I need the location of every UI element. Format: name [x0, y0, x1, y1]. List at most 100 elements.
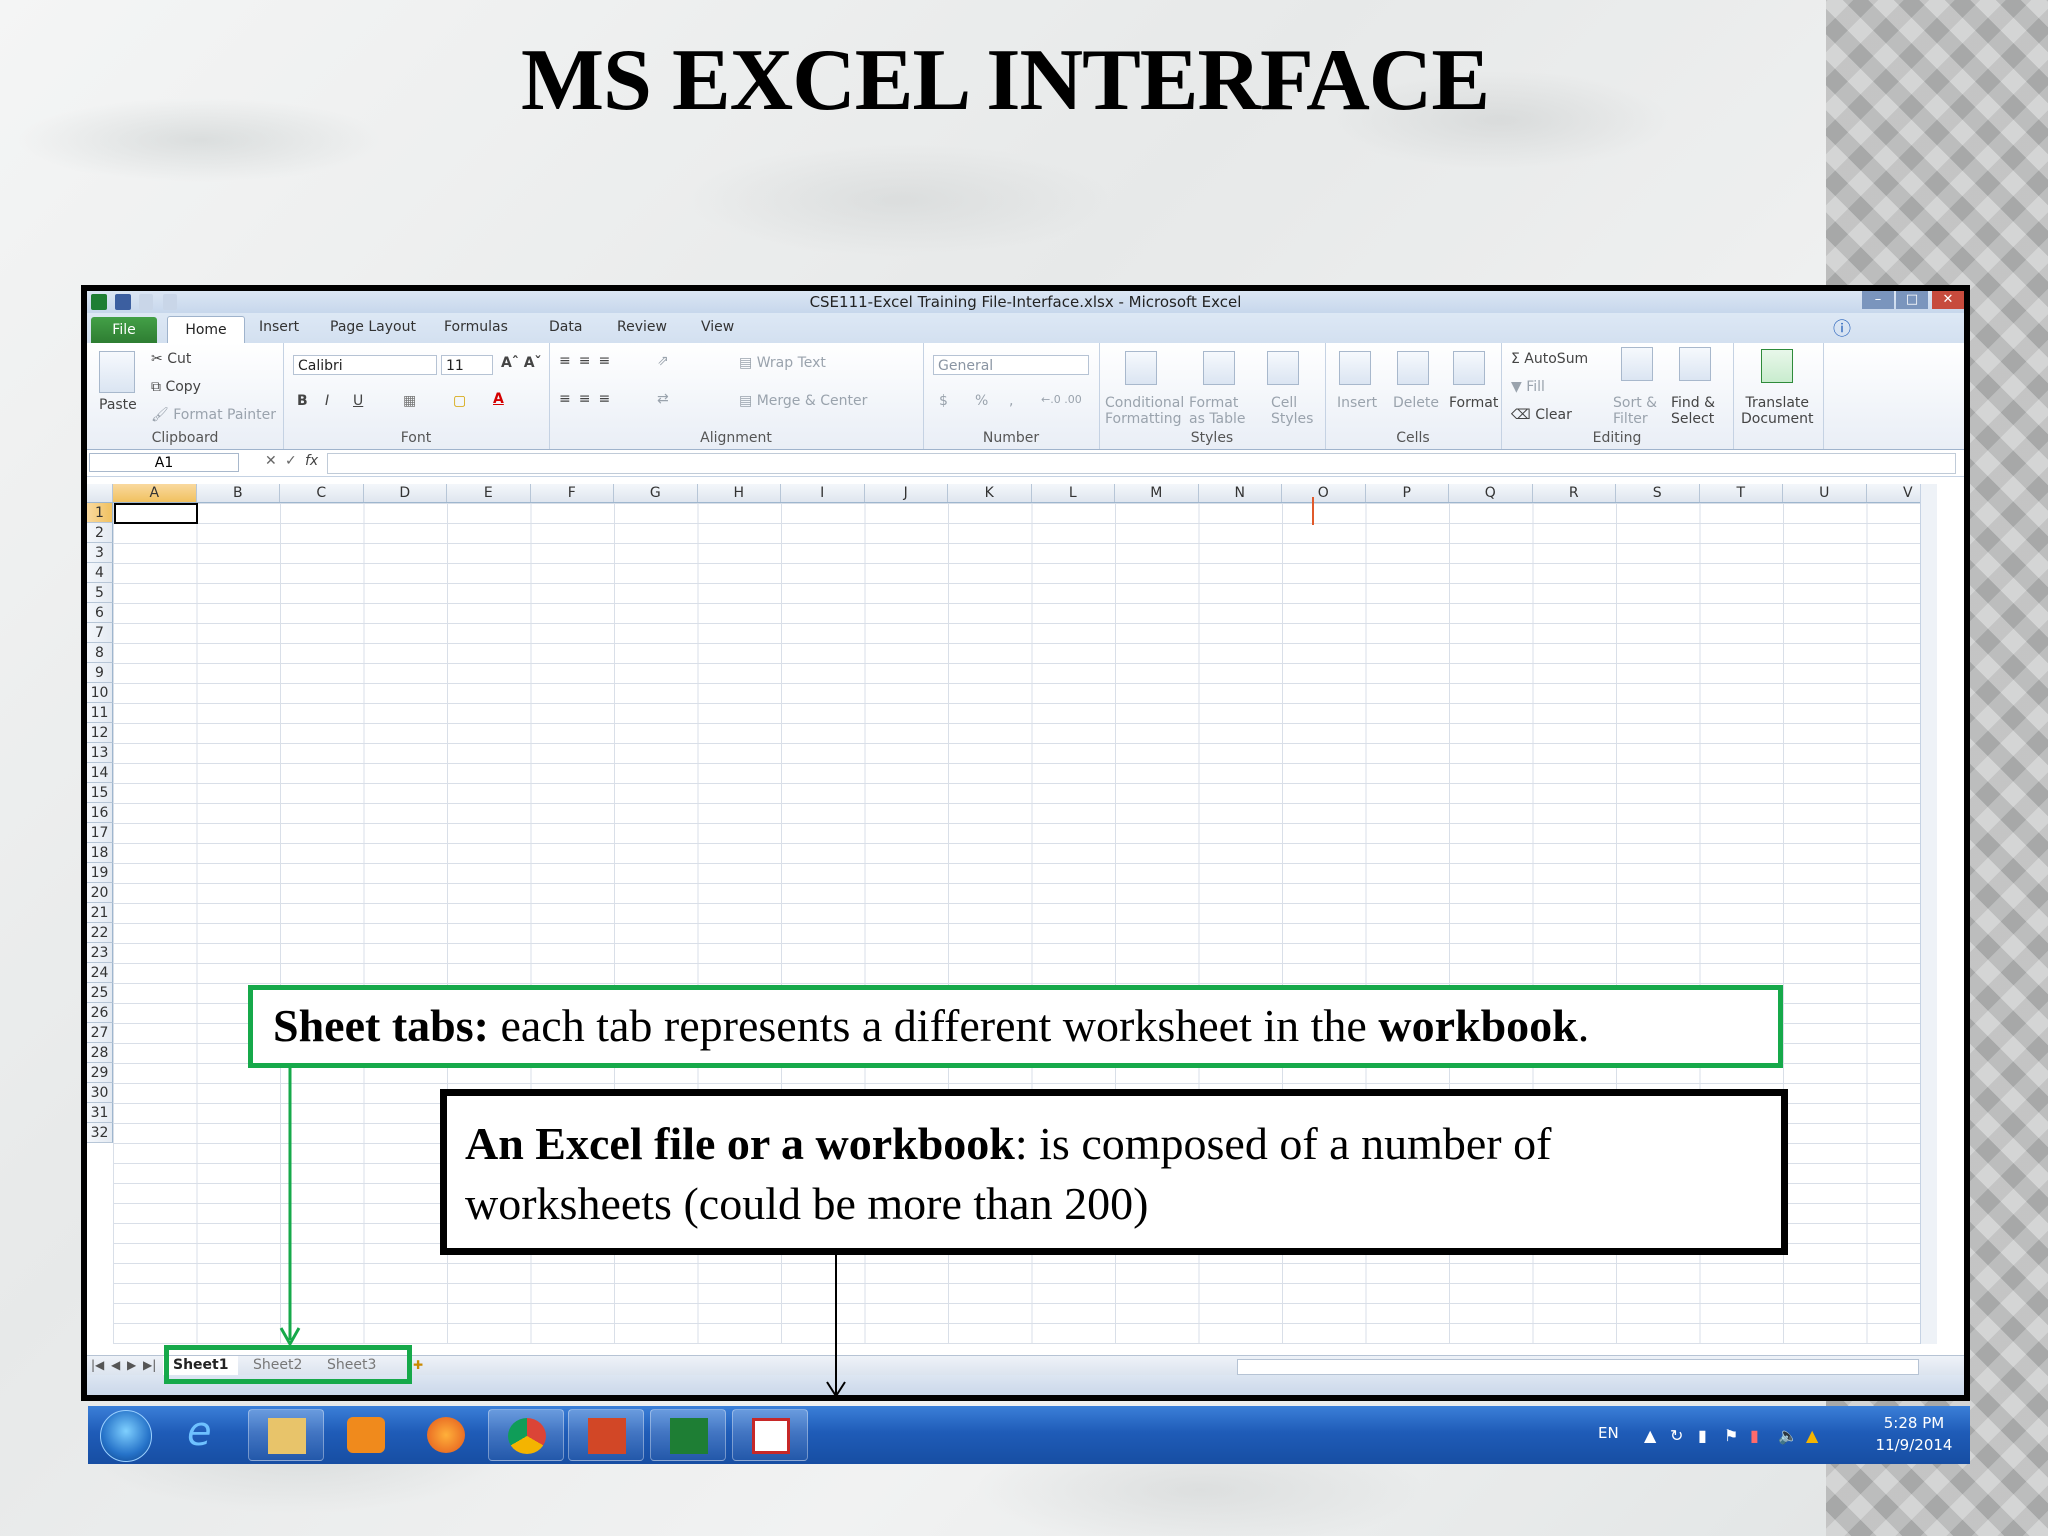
maximize-button[interactable]: □: [1896, 291, 1928, 309]
next-sheet-icon[interactable]: ▶: [127, 1358, 136, 1372]
row-header-10[interactable]: 10: [87, 683, 113, 703]
column-header-t[interactable]: T: [1700, 484, 1783, 502]
column-header-b[interactable]: B: [197, 484, 280, 502]
sort-filter-icon[interactable]: [1621, 347, 1653, 381]
font-name-combo[interactable]: Calibri: [293, 355, 437, 375]
tab-formulas[interactable]: Formulas: [444, 319, 508, 335]
sync-icon[interactable]: ↻: [1670, 1426, 1683, 1445]
row-header-2[interactable]: 2: [87, 523, 113, 543]
column-header-q[interactable]: Q: [1449, 484, 1533, 502]
formula-input[interactable]: [327, 453, 1956, 474]
taskbar-firefox[interactable]: [408, 1409, 484, 1461]
close-button[interactable]: ✕: [1932, 291, 1964, 309]
wrap-text-button[interactable]: ▤ Wrap Text: [739, 355, 826, 371]
column-header-d[interactable]: D: [364, 484, 447, 502]
column-header-s[interactable]: S: [1616, 484, 1700, 502]
font-color-icon[interactable]: A: [493, 391, 504, 407]
format-painter-button[interactable]: 🖌 Format Painter: [151, 407, 276, 423]
row-header-28[interactable]: 28: [87, 1043, 113, 1063]
percent-button[interactable]: %: [975, 393, 988, 409]
font-size-combo[interactable]: 11: [441, 355, 493, 375]
insert-function-icon[interactable]: fx: [305, 453, 318, 469]
column-header-c[interactable]: C: [280, 484, 364, 502]
currency-button[interactable]: $: [939, 393, 948, 409]
horizontal-align-icons[interactable]: ≡≡≡: [559, 391, 618, 407]
row-header-30[interactable]: 30: [87, 1083, 113, 1103]
tab-review[interactable]: Review: [617, 319, 667, 335]
fill-color-icon[interactable]: ▢: [453, 393, 466, 409]
row-header-13[interactable]: 13: [87, 743, 113, 763]
row-header-9[interactable]: 9: [87, 663, 113, 683]
translate-document-button[interactable]: Translate Document: [1741, 395, 1814, 427]
format-cells-icon[interactable]: [1453, 351, 1485, 385]
column-header-h[interactable]: H: [698, 484, 781, 502]
taskbar-media[interactable]: [328, 1409, 404, 1461]
row-header-21[interactable]: 21: [87, 903, 113, 923]
comma-button[interactable]: ,: [1009, 393, 1013, 409]
sort-filter-button[interactable]: Sort & Filter: [1613, 395, 1657, 427]
orientation-icon[interactable]: ⇗: [657, 353, 669, 369]
volume-icon[interactable]: 🔈: [1778, 1426, 1798, 1445]
show-hidden-icons-icon[interactable]: ▲: [1644, 1426, 1656, 1445]
tab-insert[interactable]: Insert: [259, 319, 299, 335]
row-header-24[interactable]: 24: [87, 963, 113, 983]
row-header-29[interactable]: 29: [87, 1063, 113, 1083]
row-header-18[interactable]: 18: [87, 843, 113, 863]
clear-button[interactable]: ⌫ Clear: [1511, 407, 1572, 423]
row-header-23[interactable]: 23: [87, 943, 113, 963]
taskbar-explorer[interactable]: [248, 1409, 324, 1461]
row-header-3[interactable]: 3: [87, 543, 113, 563]
cancel-formula-icon[interactable]: ✕: [265, 453, 277, 469]
clock-time[interactable]: 5:28 PM: [1874, 1414, 1954, 1432]
number-format-combo[interactable]: General: [933, 355, 1089, 375]
insert-cells-button[interactable]: Insert: [1337, 395, 1377, 411]
column-header-o[interactable]: O: [1282, 484, 1366, 502]
vertical-scrollbar[interactable]: [1920, 484, 1937, 1344]
taskbar-ie[interactable]: e: [168, 1409, 244, 1461]
row-header-25[interactable]: 25: [87, 983, 113, 1003]
column-header-a[interactable]: A: [113, 484, 197, 502]
format-as-table-button[interactable]: Format as Table: [1189, 395, 1246, 427]
row-header-12[interactable]: 12: [87, 723, 113, 743]
row-header-14[interactable]: 14: [87, 763, 113, 783]
last-sheet-icon[interactable]: ▶|: [143, 1358, 156, 1372]
select-all-corner[interactable]: [87, 484, 113, 502]
column-header-p[interactable]: P: [1366, 484, 1449, 502]
column-header-n[interactable]: N: [1199, 484, 1282, 502]
language-indicator[interactable]: EN: [1598, 1424, 1619, 1442]
action-center-flag-icon[interactable]: ⚑: [1724, 1426, 1738, 1445]
find-select-button[interactable]: Find & Select: [1671, 395, 1715, 427]
row-header-5[interactable]: 5: [87, 583, 113, 603]
decimal-icons[interactable]: ←.0 .00: [1041, 393, 1082, 406]
row-header-20[interactable]: 20: [87, 883, 113, 903]
translate-icon[interactable]: [1761, 349, 1793, 383]
copy-button[interactable]: ⧉ Copy: [151, 379, 201, 395]
insert-cells-icon[interactable]: [1339, 351, 1371, 385]
italic-button[interactable]: I: [325, 393, 329, 409]
network-signal-icon[interactable]: ▮: [1698, 1426, 1707, 1445]
row-header-17[interactable]: 17: [87, 823, 113, 843]
column-header-m[interactable]: M: [1115, 484, 1199, 502]
bold-button[interactable]: B: [297, 393, 308, 409]
row-header-32[interactable]: 32: [87, 1123, 113, 1143]
drive-icon[interactable]: ▲: [1806, 1426, 1818, 1445]
conditional-formatting-button[interactable]: Conditional Formatting: [1105, 395, 1184, 427]
name-box[interactable]: A1: [89, 453, 239, 472]
paste-icon[interactable]: [99, 351, 135, 393]
battery-icon[interactable]: ▮: [1750, 1426, 1759, 1445]
delete-cells-icon[interactable]: [1397, 351, 1429, 385]
active-cell[interactable]: [114, 503, 198, 524]
row-header-15[interactable]: 15: [87, 783, 113, 803]
column-header-l[interactable]: L: [1032, 484, 1115, 502]
row-header-16[interactable]: 16: [87, 803, 113, 823]
row-header-27[interactable]: 27: [87, 1023, 113, 1043]
row-header-31[interactable]: 31: [87, 1103, 113, 1123]
column-header-j[interactable]: J: [865, 484, 948, 502]
column-header-r[interactable]: R: [1533, 484, 1616, 502]
vertical-align-icons[interactable]: ≡≡≡: [559, 353, 618, 369]
tab-file[interactable]: File: [91, 317, 157, 343]
insert-sheet-icon[interactable]: ✚: [413, 1358, 423, 1372]
first-sheet-icon[interactable]: |◀: [91, 1358, 104, 1372]
cell-styles-button[interactable]: Cell Styles: [1271, 395, 1313, 427]
taskbar-chrome[interactable]: [488, 1409, 564, 1461]
